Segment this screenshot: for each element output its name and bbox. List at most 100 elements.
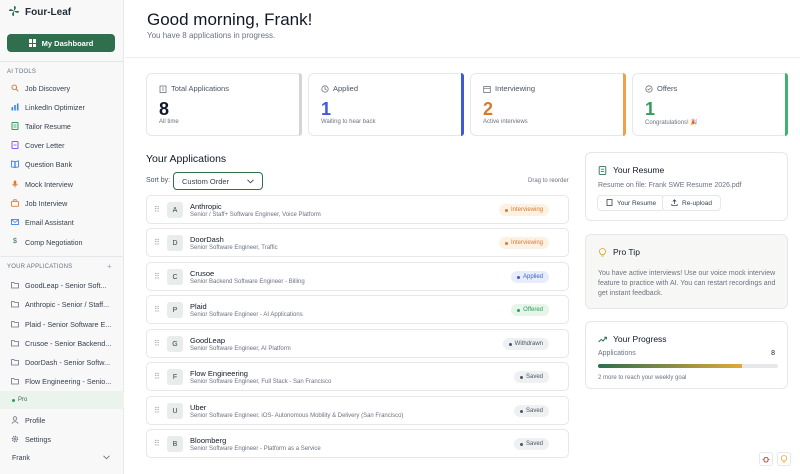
mail-icon: [11, 218, 19, 226]
company-name: DoorDash: [190, 235, 224, 244]
sidebar-item-application[interactable]: Flow Engineering - Senio...: [7, 373, 117, 389]
application-row[interactable]: ⠿ U Uber Senior Software Engineer, iOS- Aut…: [146, 396, 569, 425]
drag-handle-icon[interactable]: ⠿: [154, 238, 160, 247]
drag-handle-icon[interactable]: ⠿: [154, 205, 160, 214]
your-resume-label: Your Resume: [617, 199, 657, 207]
sidebar-item-question-bank[interactable]: Question Bank: [7, 156, 117, 172]
role-title: Senior Software Engineer, AI Platform: [190, 346, 291, 352]
drag-handle-icon[interactable]: ⠿: [154, 439, 160, 448]
divider: [0, 61, 124, 62]
user-icon: [11, 416, 19, 424]
role-title: Senior Software Engineer - Platform as a…: [190, 446, 321, 452]
drag-handle-icon[interactable]: ⠿: [154, 339, 160, 348]
status-dot: [519, 442, 523, 446]
folder-icon: [11, 339, 19, 347]
company-name: Plaid: [190, 302, 207, 311]
role-title: Senior Software Engineer - AI Applicatio…: [190, 312, 303, 318]
check-circle-icon: [645, 84, 653, 93]
sidebar-item-application[interactable]: GoodLeap - Senior Soft...: [7, 277, 117, 293]
status-dot: [504, 208, 508, 212]
sidebar-item-job-discovery[interactable]: Job Discovery: [7, 80, 117, 96]
bug-report-icon[interactable]: [759, 452, 773, 466]
company-avatar: F: [167, 369, 183, 385]
progress-note: 2 more to reach your weekly goal: [598, 375, 687, 381]
status-badge: Saved: [513, 405, 549, 417]
role-title: Senior Software Engineer, Traffic: [190, 245, 278, 251]
divider: [0, 256, 124, 257]
sidebar-item-label: LinkedIn Optimizer: [25, 102, 85, 112]
drag-hint: Drag to reorder: [528, 178, 569, 184]
status-dot: [504, 241, 508, 245]
sidebar-item-mock-interview[interactable]: Mock Interview: [7, 176, 117, 192]
bar-chart-icon: [11, 103, 19, 111]
status-label: Interviewing: [510, 207, 543, 213]
application-row[interactable]: ⠿ F Flow Engineering Senior Software Engine…: [146, 362, 569, 391]
mic-icon: [11, 180, 19, 188]
sidebar-item-application[interactable]: Crusoe - Senior Backend...: [7, 335, 117, 351]
sidebar-item-label: Tailor Resume: [25, 121, 71, 131]
your-resume-button[interactable]: Your Resume: [597, 195, 666, 211]
lightbulb-icon[interactable]: [777, 452, 791, 466]
sidebar-item-label: Mock Interview: [25, 179, 73, 189]
sidebar-item-cover-letter[interactable]: Cover Letter: [7, 137, 117, 153]
company-name: Flow Engineering: [190, 369, 248, 378]
sidebar-item-application[interactable]: DoorDash - Senior Softw...: [7, 354, 117, 370]
stat-accent-bar: [623, 73, 626, 136]
folder-icon: [11, 281, 19, 289]
sidebar-item-email-assistant[interactable]: Email Assistant: [7, 214, 117, 230]
sidebar-item-comp-negotiation[interactable]: $ Comp Negotiation: [7, 234, 117, 250]
role-title: Senior / Staff+ Software Engineer, Voice…: [190, 212, 321, 218]
sidebar-item-job-interview[interactable]: Job Interview: [7, 195, 117, 211]
application-row[interactable]: ⠿ G GoodLeap Senior Software Engineer, AI P…: [146, 329, 569, 358]
company-name: Uber: [190, 403, 207, 412]
drag-handle-icon[interactable]: ⠿: [154, 305, 160, 314]
pro-badge[interactable]: Pro: [0, 391, 124, 409]
lightbulb-icon: [598, 247, 607, 257]
sidebar-item-label: Flow Engineering - Senio...: [25, 376, 112, 386]
drag-handle-icon[interactable]: ⠿: [154, 406, 160, 415]
reupload-label: Re-upload: [682, 199, 712, 207]
application-row[interactable]: ⠿ C Crusoe Senior Backend Software Engineer…: [146, 262, 569, 291]
stat-accent-bar: [299, 73, 302, 136]
progress-bar-fill: [598, 364, 742, 368]
sidebar-item-settings[interactable]: Settings: [7, 431, 117, 447]
sidebar-item-linkedin-optimizer[interactable]: LinkedIn Optimizer: [7, 99, 117, 115]
sidebar-item-profile[interactable]: Profile: [7, 412, 117, 428]
sidebar-item-application[interactable]: Plaid - Senior Software E...: [7, 316, 117, 332]
sidebar-item-tailor-resume[interactable]: Tailor Resume: [7, 118, 117, 134]
folder-icon: [11, 320, 19, 328]
brand-name: Four-Leaf: [25, 6, 72, 18]
sidebar-item-label: Job Interview: [25, 198, 68, 208]
folder-icon: [11, 300, 19, 308]
status-badge: Offered: [511, 304, 549, 316]
stat-label: Interviewing: [495, 84, 536, 93]
pen-icon: [11, 141, 19, 149]
sidebar-item-label: Cover Letter: [25, 140, 65, 150]
status-badge: Interviewing: [498, 237, 549, 249]
status-dot: [508, 342, 512, 346]
resume-file-text: Resume on file: Frank SWE Resume 2026.pd…: [598, 182, 742, 189]
application-row[interactable]: ⠿ A Anthropic Senior / Staff+ Software Engi…: [146, 195, 569, 224]
sort-value: Custom Order: [182, 176, 230, 186]
company-avatar: G: [167, 336, 183, 352]
application-row[interactable]: ⠿ B Bloomberg Senior Software Engineer - Pl…: [146, 429, 569, 458]
application-row[interactable]: ⠿ D DoorDash Senior Software Engineer, Traf…: [146, 228, 569, 257]
stat-desc: Congratulations! 🎉: [645, 120, 698, 126]
my-dashboard-button[interactable]: My Dashboard: [7, 34, 115, 52]
brand[interactable]: Four-Leaf: [0, 0, 123, 24]
sidebar-item-application[interactable]: Anthropic - Senior / Staff...: [7, 296, 117, 312]
status-dot: [516, 275, 520, 279]
sidebar-item-label: Email Assistant: [25, 217, 74, 227]
drag-handle-icon[interactable]: ⠿: [154, 372, 160, 381]
application-row[interactable]: ⠿ P Plaid Senior Software Engineer - AI App…: [146, 295, 569, 324]
your-applications-heading: YOUR APPLICATIONS: [7, 264, 73, 270]
stat-label: Offers: [657, 84, 678, 93]
user-menu[interactable]: Frank: [0, 450, 124, 466]
stat-desc: All time: [159, 119, 179, 125]
add-application-icon[interactable]: +: [107, 262, 112, 271]
page-title: Good morning, Frank!: [147, 10, 313, 29]
drag-handle-icon[interactable]: ⠿: [154, 272, 160, 281]
sort-select[interactable]: Custom Order: [173, 172, 263, 190]
reupload-button[interactable]: Re-upload: [662, 195, 721, 211]
progress-title: Your Progress: [613, 334, 667, 344]
